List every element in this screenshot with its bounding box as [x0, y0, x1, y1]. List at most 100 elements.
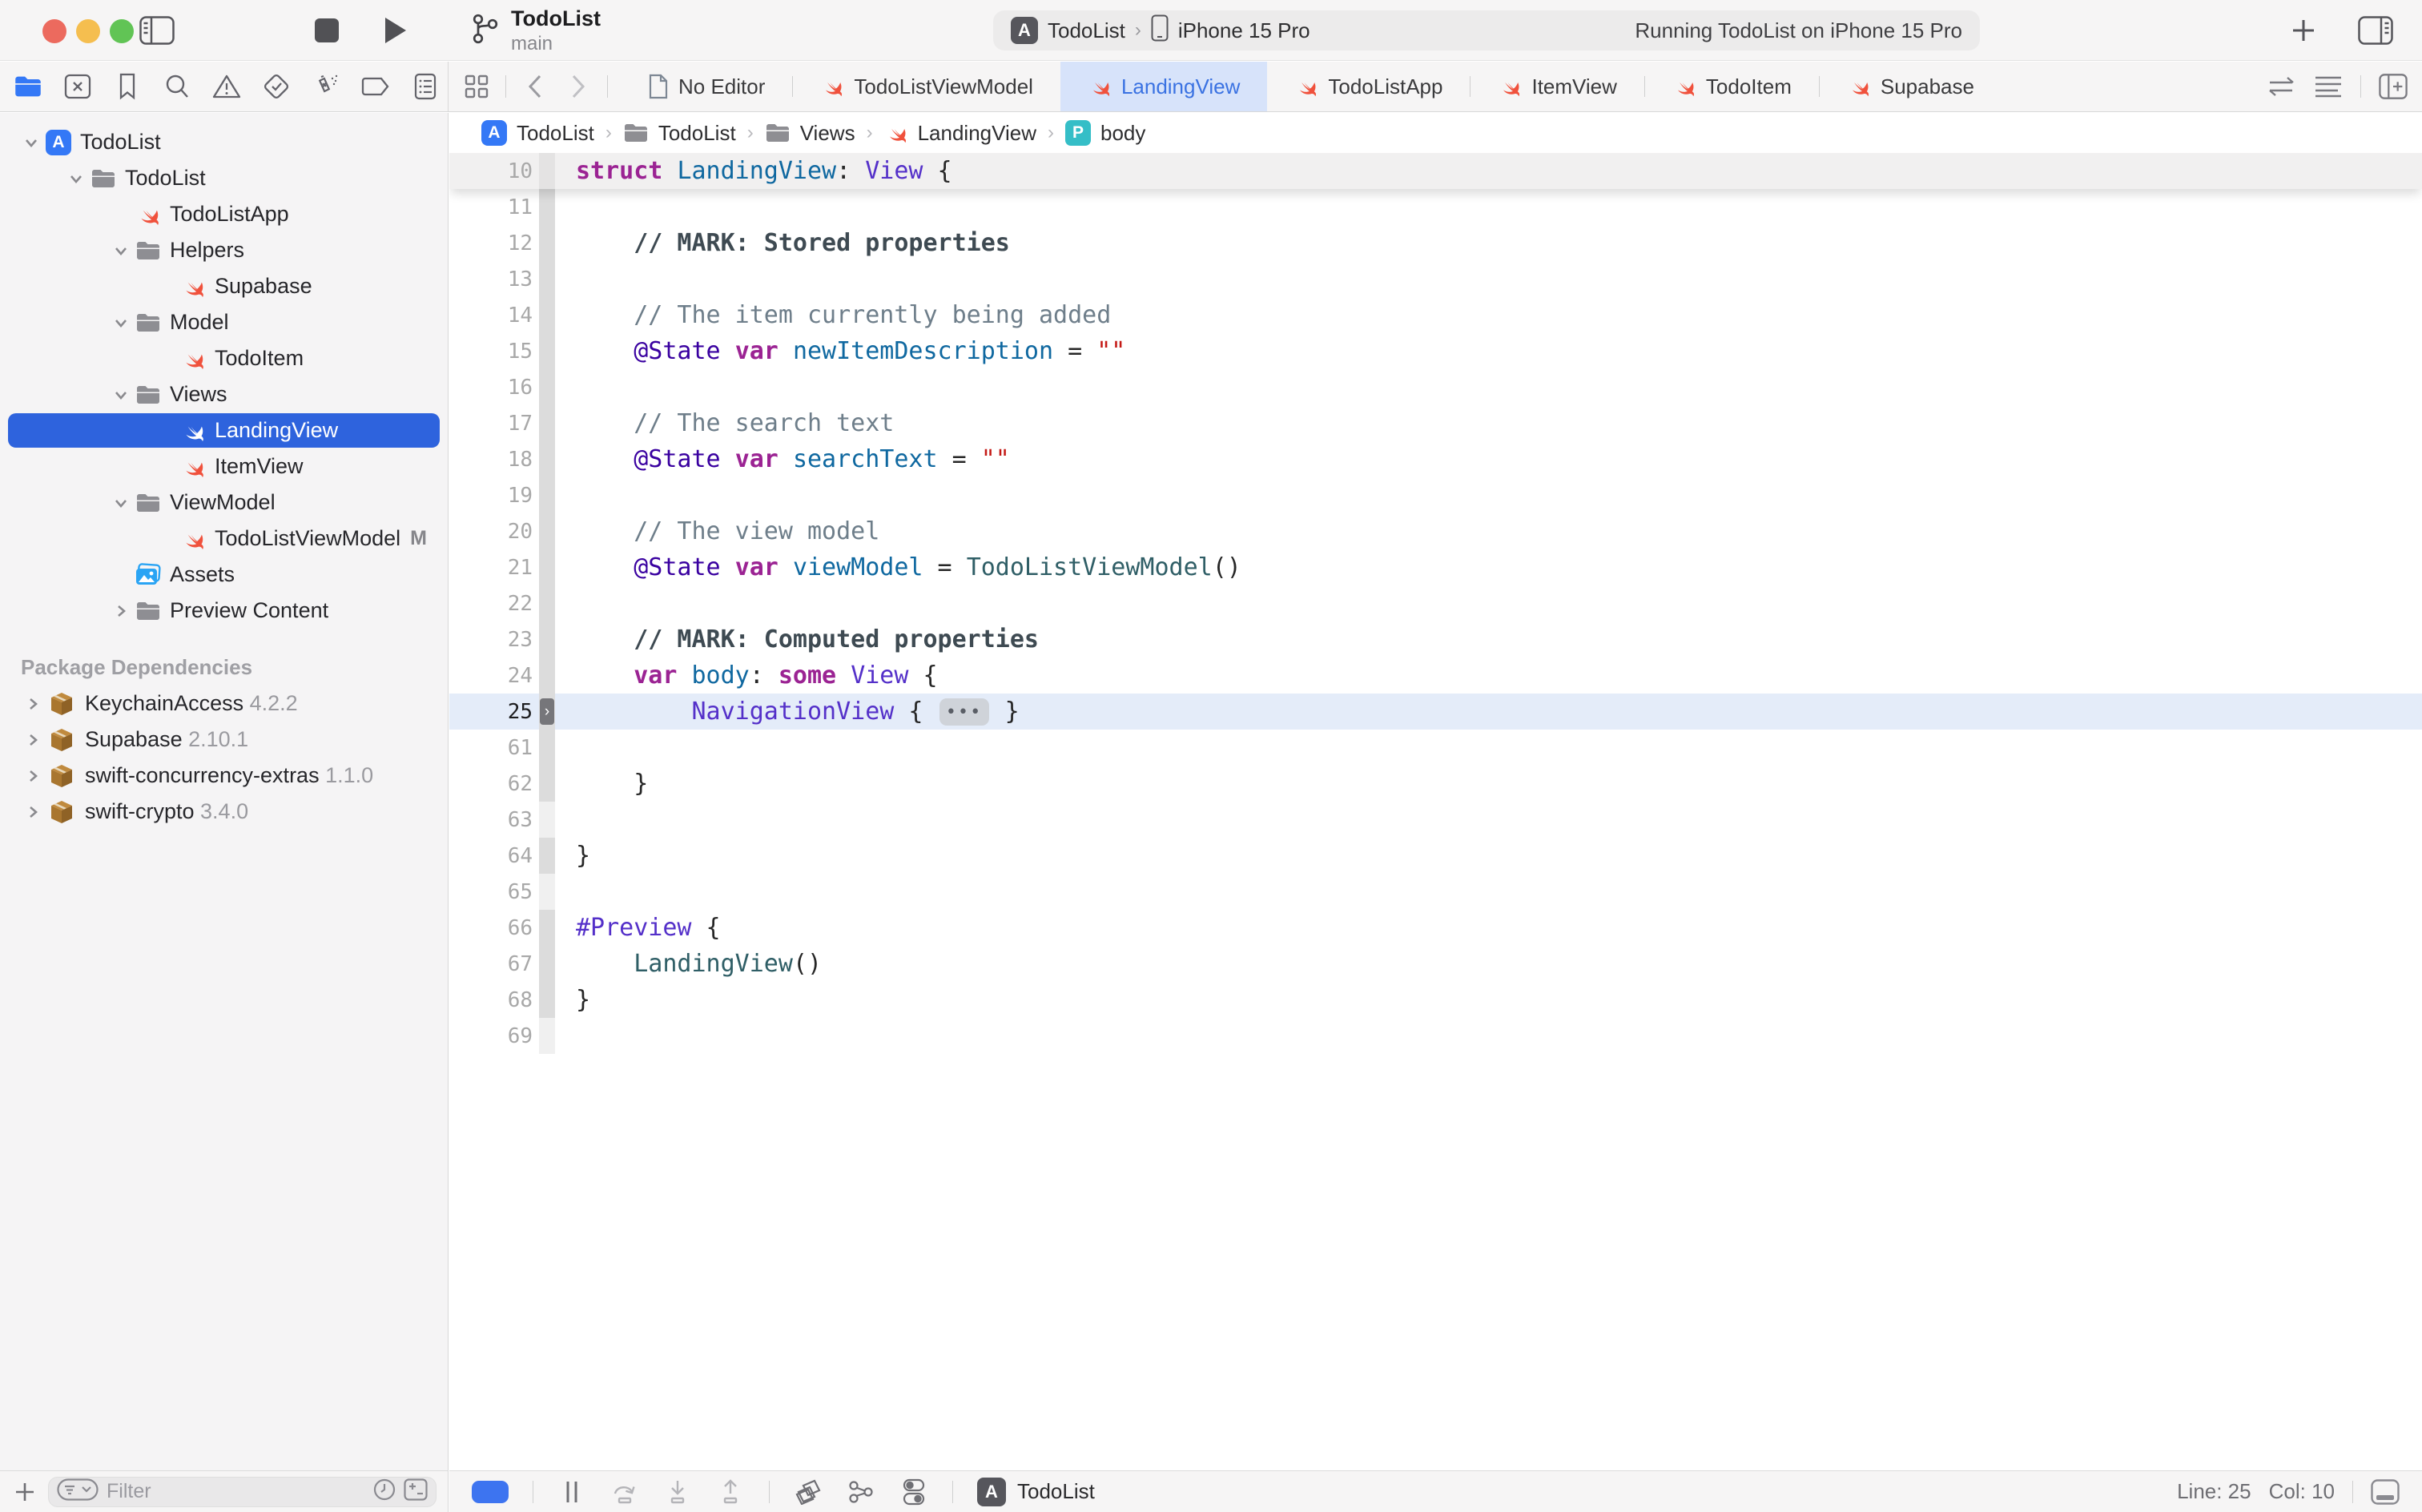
breakpoints-toggle-button[interactable]: [472, 1481, 509, 1503]
tab-no-editor[interactable]: No Editor: [621, 62, 792, 111]
code-line-68[interactable]: 68}: [449, 982, 2422, 1018]
sidebar-item-landingview[interactable]: LandingView: [0, 412, 448, 448]
chevron-down-icon[interactable]: [112, 386, 130, 404]
fold-ribbon[interactable]: [539, 657, 555, 694]
code-line-22[interactable]: 22: [449, 585, 2422, 621]
view-debugger-icon[interactable]: [794, 1478, 823, 1506]
tab-todolistviewmodel[interactable]: TodoListViewModel: [793, 62, 1060, 111]
fold-ribbon[interactable]: [539, 369, 555, 405]
sidebar-item-todolistviewmodel[interactable]: TodoListViewModelM: [0, 521, 448, 557]
zoom-window-button[interactable]: [110, 19, 134, 43]
code-line-20[interactable]: 20 // The view model: [449, 513, 2422, 549]
code-folded-ellipsis[interactable]: •••: [939, 698, 989, 726]
toggle-debug-area-icon[interactable]: [2371, 1478, 2400, 1506]
tab-landingview[interactable]: LandingView: [1060, 62, 1267, 111]
scheme-app-label[interactable]: TodoList: [1048, 18, 1125, 43]
sidebar-item-todolist[interactable]: ATodoList: [0, 124, 448, 160]
breadcrumb-item-todolist[interactable]: TodoList: [623, 121, 736, 146]
fold-marker-icon[interactable]: ›: [540, 698, 554, 725]
breadcrumb-item-todolist[interactable]: ATodoList: [481, 120, 594, 146]
fold-ribbon[interactable]: [539, 730, 555, 766]
code-line-19[interactable]: 19: [449, 477, 2422, 513]
fold-ribbon[interactable]: [539, 261, 555, 297]
sidebar-item-model[interactable]: Model: [0, 304, 448, 340]
environment-overrides-icon[interactable]: [899, 1478, 928, 1506]
code-line-63[interactable]: 63: [449, 802, 2422, 838]
code-line-18[interactable]: 18 @State var searchText = "": [449, 441, 2422, 477]
package-item-supabase[interactable]: Supabase 2.10.1: [0, 722, 448, 758]
breadcrumb-item-landingview[interactable]: LandingView: [884, 121, 1036, 146]
recents-clock-icon[interactable]: [373, 1478, 396, 1505]
breadcrumb-item-views[interactable]: Views: [765, 121, 855, 146]
chevron-right-icon[interactable]: [24, 731, 42, 749]
source-control-navigator-icon[interactable]: [62, 71, 93, 102]
memory-graph-icon[interactable]: [847, 1478, 875, 1506]
code-line-21[interactable]: 21 @State var viewModel = TodoListViewMo…: [449, 549, 2422, 585]
fold-ribbon[interactable]: [539, 153, 555, 189]
tab-itemview[interactable]: ItemView: [1470, 62, 1644, 111]
adjust-editor-options-icon[interactable]: [2314, 72, 2343, 101]
sidebar-item-todoitem[interactable]: TodoItem: [0, 340, 448, 376]
code-line-23[interactable]: 23 // MARK: Computed properties: [449, 621, 2422, 657]
code-line-67[interactable]: 67 LandingView(): [449, 946, 2422, 982]
fold-ribbon[interactable]: [539, 189, 555, 225]
scheme-device-label[interactable]: iPhone 15 Pro: [1178, 18, 1310, 43]
test-navigator-icon[interactable]: [261, 71, 292, 102]
fold-ribbon[interactable]: [539, 838, 555, 874]
code-line-12[interactable]: 12 // MARK: Stored properties: [449, 225, 2422, 261]
filter-scope-icon[interactable]: [404, 1478, 428, 1505]
fold-ribbon[interactable]: [539, 585, 555, 621]
code-line-61[interactable]: 61: [449, 730, 2422, 766]
chevron-down-icon[interactable]: [67, 170, 85, 187]
code-line-62[interactable]: 62 }: [449, 766, 2422, 802]
chevron-down-icon[interactable]: [112, 242, 130, 259]
issue-navigator-icon[interactable]: [211, 71, 242, 102]
fold-ribbon[interactable]: [539, 874, 555, 910]
fold-ribbon[interactable]: [539, 982, 555, 1018]
code-line-69[interactable]: 69: [449, 1018, 2422, 1054]
fold-ribbon[interactable]: [539, 1018, 555, 1054]
bookmarks-navigator-icon[interactable]: [112, 71, 143, 102]
sidebar-item-assets[interactable]: Assets: [0, 557, 448, 593]
minimize-window-button[interactable]: [76, 19, 100, 43]
code-line-14[interactable]: 14 // The item currently being added: [449, 297, 2422, 333]
fold-ribbon[interactable]: [539, 513, 555, 549]
step-out-icon[interactable]: [716, 1478, 745, 1506]
package-item-swift-concurrency-extras[interactable]: swift-concurrency-extras 1.1.0: [0, 758, 448, 794]
fold-ribbon[interactable]: [539, 477, 555, 513]
fold-ribbon[interactable]: [539, 910, 555, 946]
fold-ribbon[interactable]: [539, 946, 555, 982]
chevron-right-icon[interactable]: [112, 602, 130, 620]
sidebar-item-helpers[interactable]: Helpers: [0, 232, 448, 268]
code-area[interactable]: 10struct LandingView: View {1112 // MARK…: [449, 153, 2422, 1470]
fold-ribbon[interactable]: [539, 766, 555, 802]
filter-options-icon[interactable]: [57, 1478, 99, 1505]
filter-field[interactable]: [48, 1477, 437, 1507]
code-line-24[interactable]: 24 var body: some View {: [449, 657, 2422, 694]
code-line-65[interactable]: 65: [449, 874, 2422, 910]
go-forward-chevron-icon[interactable]: [564, 72, 593, 101]
tab-todolistapp[interactable]: TodoListApp: [1267, 62, 1470, 111]
sidebar-item-supabase[interactable]: Supabase: [0, 268, 448, 304]
fold-ribbon[interactable]: [539, 621, 555, 657]
package-item-keychainaccess[interactable]: KeychainAccess 4.2.2: [0, 686, 448, 722]
code-line-10[interactable]: 10struct LandingView: View {: [449, 153, 2422, 189]
fold-ribbon[interactable]: [539, 549, 555, 585]
fold-ribbon[interactable]: [539, 297, 555, 333]
code-line-64[interactable]: 64}: [449, 838, 2422, 874]
pause-execution-icon[interactable]: [557, 1478, 586, 1506]
chevron-down-icon[interactable]: [112, 314, 130, 332]
fold-ribbon[interactable]: ›: [539, 694, 555, 730]
sidebar-item-itemview[interactable]: ItemView: [0, 448, 448, 485]
code-line-66[interactable]: 66#Preview {: [449, 910, 2422, 946]
close-window-button[interactable]: [42, 19, 66, 43]
fold-ribbon[interactable]: [539, 441, 555, 477]
sidebar-item-todolistapp[interactable]: TodoListApp: [0, 196, 448, 232]
fold-ribbon[interactable]: [539, 225, 555, 261]
report-navigator-icon[interactable]: [410, 71, 441, 102]
step-over-icon[interactable]: [610, 1478, 639, 1506]
tab-todoitem[interactable]: TodoItem: [1645, 62, 1819, 111]
code-line-25[interactable]: 25› NavigationView { ••• }: [449, 694, 2422, 730]
swap-editors-icon[interactable]: [2267, 72, 2296, 101]
toggle-left-sidebar-icon[interactable]: [138, 11, 176, 50]
